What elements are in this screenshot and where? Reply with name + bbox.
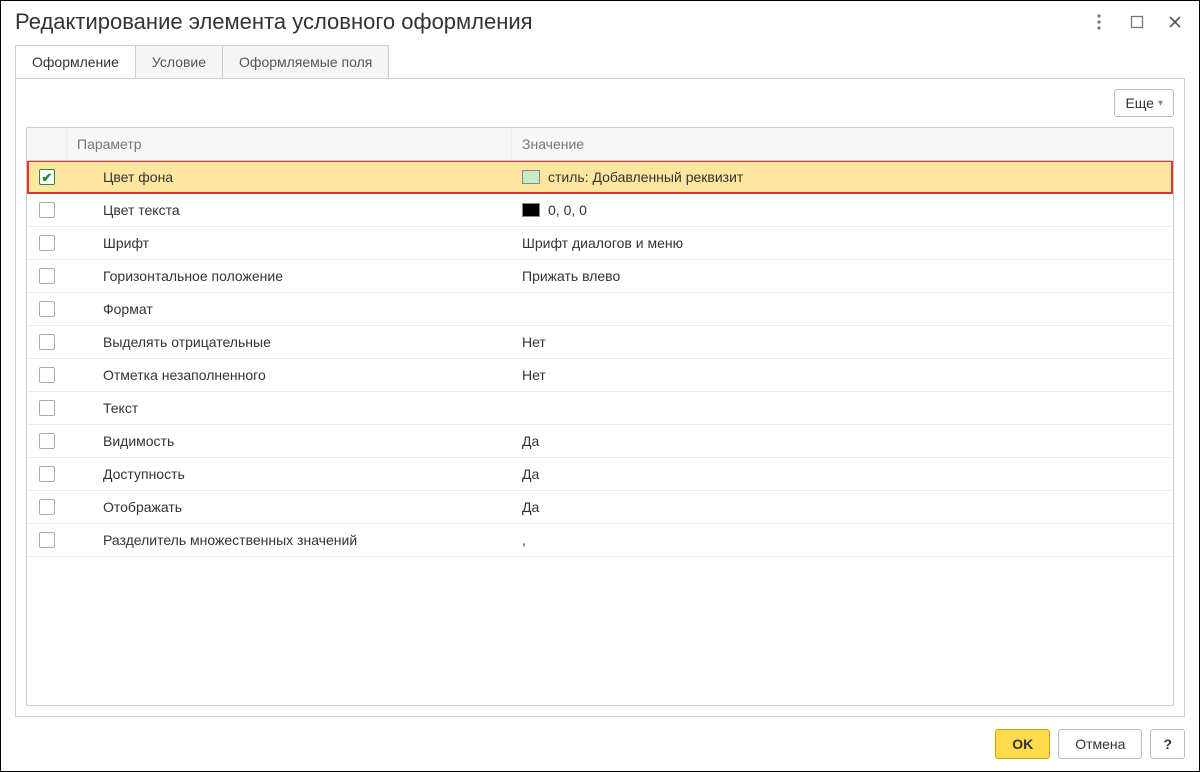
- window: Редактирование элемента условного оформл…: [0, 0, 1200, 772]
- row-value[interactable]: Шрифт диалогов и меню: [512, 229, 1173, 257]
- table-row[interactable]: Разделитель множественных значений,: [27, 524, 1173, 557]
- row-checkbox-cell: [27, 367, 67, 383]
- kebab-menu-icon[interactable]: [1089, 12, 1109, 32]
- row-checkbox-cell: [27, 499, 67, 515]
- row-value-text: Нет: [522, 367, 546, 383]
- chevron-down-icon: ▾: [1158, 98, 1163, 109]
- grid-header: Параметр Значение: [27, 128, 1173, 161]
- row-value-text: Прижать влево: [522, 268, 620, 284]
- table-row[interactable]: Цвет текста 0, 0, 0: [27, 194, 1173, 227]
- row-checkbox-cell: [27, 235, 67, 251]
- row-param: Текст: [67, 394, 512, 422]
- row-param: Отображать: [67, 493, 512, 521]
- row-checkbox[interactable]: [39, 235, 55, 251]
- row-checkbox-cell: [27, 334, 67, 350]
- table-row[interactable]: Шрифт Шрифт диалогов и меню: [27, 227, 1173, 260]
- row-value[interactable]: стиль: Добавленный реквизит: [512, 163, 1173, 191]
- row-param: Цвет текста: [67, 196, 512, 224]
- row-value[interactable]: Нет: [512, 328, 1173, 356]
- row-value[interactable]: Да: [512, 427, 1173, 455]
- row-checkbox[interactable]: [39, 268, 55, 284]
- footer: OK Отмена ?: [1, 717, 1199, 771]
- table-row[interactable]: Горизонтальное положение Прижать влево: [27, 260, 1173, 293]
- row-checkbox[interactable]: [39, 367, 55, 383]
- tab-condition[interactable]: Условие: [136, 45, 223, 79]
- row-checkbox[interactable]: [39, 202, 55, 218]
- grid-body: Цвет фонастиль: Добавленный реквизитЦвет…: [27, 161, 1173, 705]
- row-checkbox[interactable]: [39, 400, 55, 416]
- cancel-button[interactable]: Отмена: [1058, 729, 1142, 759]
- row-checkbox[interactable]: [39, 532, 55, 548]
- row-value-text: Да: [522, 466, 539, 482]
- row-checkbox-cell: [27, 268, 67, 284]
- row-value-text: Да: [522, 433, 539, 449]
- row-value-text: 0, 0, 0: [548, 202, 587, 218]
- table-row[interactable]: Выделять отрицательные Нет: [27, 326, 1173, 359]
- row-value-text: Нет: [522, 334, 546, 350]
- row-checkbox[interactable]: [39, 466, 55, 482]
- row-value[interactable]: Да: [512, 460, 1173, 488]
- row-value-text: стиль: Добавленный реквизит: [548, 169, 743, 185]
- row-value[interactable]: [512, 402, 1173, 414]
- color-swatch-icon: [522, 170, 540, 184]
- row-value-text: Да: [522, 499, 539, 515]
- parameter-grid: Параметр Значение Цвет фона стиль: Добавл…: [26, 127, 1174, 706]
- row-value[interactable]: Да: [512, 493, 1173, 521]
- table-row[interactable]: Видимость Да: [27, 425, 1173, 458]
- table-row[interactable]: Отметка незаполненного Нет: [27, 359, 1173, 392]
- row-value[interactable]: Прижать влево: [512, 262, 1173, 290]
- header-param: Параметр: [67, 128, 512, 160]
- table-row[interactable]: Отображать Да: [27, 491, 1173, 524]
- tabs: Оформление Условие Оформляемые поля: [1, 45, 1199, 78]
- row-checkbox-cell: [27, 169, 67, 185]
- tab-design[interactable]: Оформление: [15, 45, 136, 79]
- help-button[interactable]: ?: [1150, 729, 1185, 759]
- ok-button[interactable]: OK: [995, 729, 1050, 759]
- row-checkbox-cell: [27, 532, 67, 548]
- row-checkbox[interactable]: [39, 334, 55, 350]
- tab-fields[interactable]: Оформляемые поля: [223, 45, 389, 79]
- row-checkbox-cell: [27, 301, 67, 317]
- row-checkbox-cell: [27, 202, 67, 218]
- header-checkbox-col: [27, 128, 67, 160]
- window-controls: [1089, 12, 1185, 32]
- row-checkbox[interactable]: [39, 499, 55, 515]
- row-value[interactable]: ,: [512, 526, 1173, 554]
- row-checkbox-cell: [27, 433, 67, 449]
- more-button[interactable]: Еще ▾: [1114, 89, 1174, 117]
- titlebar: Редактирование элемента условного оформл…: [1, 1, 1199, 45]
- row-param: Шрифт: [67, 229, 512, 257]
- maximize-icon[interactable]: [1127, 12, 1147, 32]
- row-value[interactable]: 0, 0, 0: [512, 196, 1173, 224]
- table-row[interactable]: Цвет фона стиль: Добавленный реквизит: [27, 161, 1173, 194]
- row-param: Горизонтальное положение: [67, 262, 512, 290]
- window-title: Редактирование элемента условного оформл…: [15, 9, 1089, 35]
- row-param: Разделитель множественных значений: [67, 526, 512, 554]
- row-param: Отметка незаполненного: [67, 361, 512, 389]
- row-checkbox-cell: [27, 400, 67, 416]
- row-checkbox-cell: [27, 466, 67, 482]
- header-value: Значение: [512, 128, 1173, 160]
- row-checkbox[interactable]: [39, 169, 55, 185]
- toolbar: Еще ▾: [26, 89, 1174, 117]
- row-param: Доступность: [67, 460, 512, 488]
- row-value[interactable]: Нет: [512, 361, 1173, 389]
- table-row[interactable]: Доступность Да: [27, 458, 1173, 491]
- row-checkbox[interactable]: [39, 433, 55, 449]
- row-param: Выделять отрицательные: [67, 328, 512, 356]
- more-button-label: Еще: [1125, 95, 1154, 111]
- row-checkbox[interactable]: [39, 301, 55, 317]
- table-row[interactable]: Текст: [27, 392, 1173, 425]
- row-param: Цвет фона: [67, 163, 512, 191]
- row-value-text: ,: [522, 532, 526, 548]
- row-param: Формат: [67, 295, 512, 323]
- color-swatch-icon: [522, 203, 540, 217]
- row-value[interactable]: [512, 303, 1173, 315]
- table-row[interactable]: Формат: [27, 293, 1173, 326]
- row-param: Видимость: [67, 427, 512, 455]
- tab-body: Еще ▾ Параметр Значение Цвет фона стиль: …: [15, 78, 1185, 717]
- close-icon[interactable]: [1165, 12, 1185, 32]
- row-value-text: Шрифт диалогов и меню: [522, 235, 683, 251]
